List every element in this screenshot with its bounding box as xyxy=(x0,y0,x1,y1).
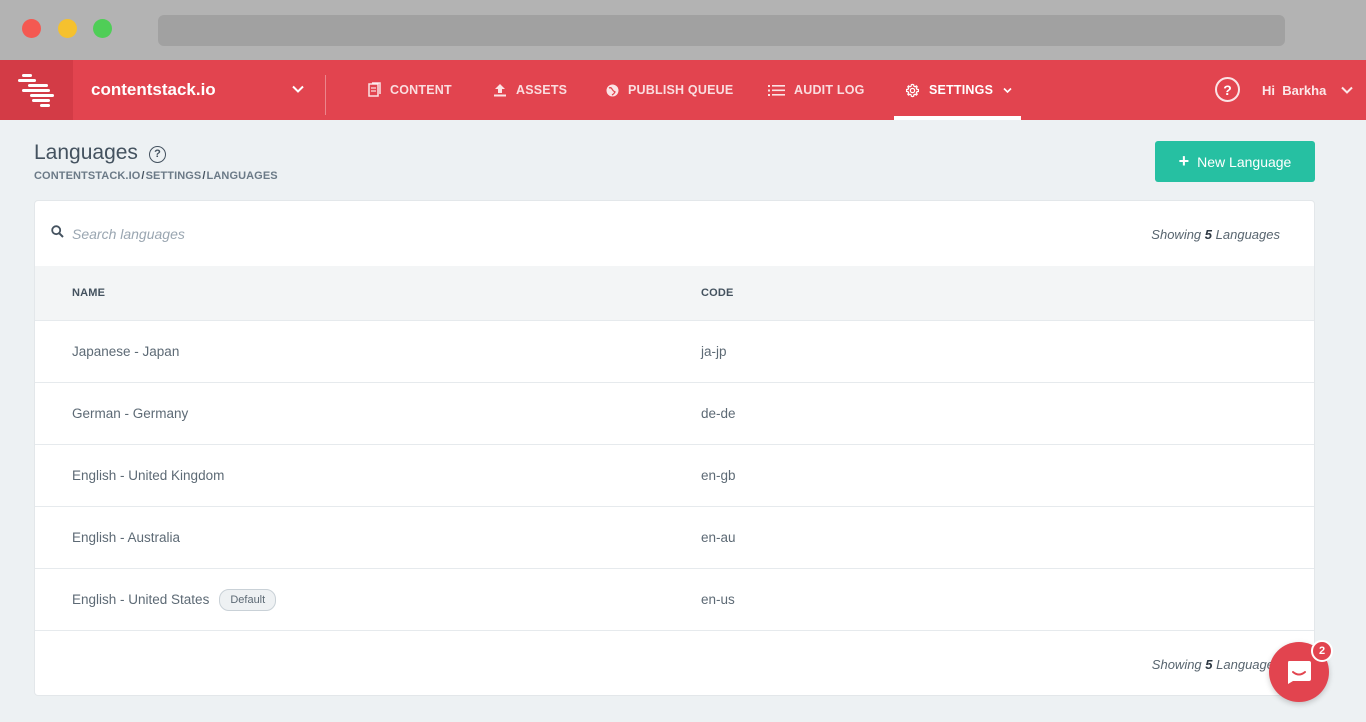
language-code: en-au xyxy=(701,530,736,545)
table-row[interactable]: English - Australia en-au xyxy=(35,507,1314,569)
column-header-name[interactable]: NAME xyxy=(72,266,105,321)
chevron-down-icon[interactable] xyxy=(291,82,305,96)
languages-card: Showing 5 Languages NAME CODE Japanese -… xyxy=(34,200,1315,696)
contentstack-logo-icon xyxy=(17,74,54,107)
chevron-down-icon xyxy=(1003,87,1012,93)
language-code: de-de xyxy=(701,406,736,421)
nav-item-label: AUDIT LOG xyxy=(794,83,865,97)
language-name: Japanese - Japan xyxy=(72,344,180,359)
search-input[interactable] xyxy=(72,221,572,247)
nav-divider xyxy=(325,75,326,115)
window-close-button[interactable] xyxy=(22,19,41,38)
help-icon: ? xyxy=(1223,81,1232,98)
count-number: 5 xyxy=(1204,227,1213,242)
language-name-cell: English - Australia xyxy=(72,507,180,568)
chat-icon xyxy=(1288,661,1311,684)
nav-item-label: PUBLISH QUEUE xyxy=(628,83,734,97)
nav-item-label: ASSETS xyxy=(516,83,568,97)
gear-icon xyxy=(905,83,920,97)
user-greeting: Hi Barkha xyxy=(1262,82,1327,98)
language-name: English - Australia xyxy=(72,530,181,545)
nav-item-audit-log[interactable]: AUDIT LOG xyxy=(768,60,865,120)
table-row[interactable]: English - United States Default en-us xyxy=(35,569,1314,631)
language-name: English - United Kingdom xyxy=(72,468,225,483)
question-circle-icon[interactable]: ? xyxy=(148,145,166,163)
page-header: Languages ? xyxy=(34,141,166,165)
table-row[interactable]: German - Germany de-de xyxy=(35,383,1314,445)
help-button[interactable]: ? xyxy=(1215,77,1240,102)
breadcrumb-item-settings[interactable]: SETTINGS xyxy=(146,170,202,182)
language-code: en-us xyxy=(701,592,735,607)
table-row[interactable]: English - United Kingdom en-gb xyxy=(35,445,1314,507)
window-minimize-button[interactable] xyxy=(58,19,77,38)
chevron-down-icon xyxy=(1341,86,1354,94)
page-content: Languages ? CONTENTSTACK.IO/SETTINGS/LAN… xyxy=(0,120,1366,722)
page-title: Languages xyxy=(34,141,138,164)
nav-item-content[interactable]: CONTENT xyxy=(368,60,452,120)
count-suffix: Languages xyxy=(1215,227,1280,242)
contentstack-logo[interactable] xyxy=(0,60,73,120)
nav-item-assets[interactable]: ASSETS xyxy=(493,60,567,120)
count-number: 5 xyxy=(1205,657,1213,672)
list-icon xyxy=(768,84,785,96)
plus-icon: + xyxy=(1178,150,1190,171)
language-code: ja-jp xyxy=(701,344,727,359)
language-count-bottom: Showing 5 Language xyxy=(1152,657,1274,672)
nav-item-settings[interactable]: SETTINGS xyxy=(905,60,1013,120)
nav-item-label: SETTINGS xyxy=(929,83,994,97)
count-prefix: Showing xyxy=(1151,657,1202,672)
language-name-cell: English - United States Default xyxy=(72,569,277,630)
column-header-code[interactable]: CODE xyxy=(701,266,734,321)
notification-badge: 2 xyxy=(1311,640,1333,662)
language-count-top: Showing 5 Languages xyxy=(1151,227,1280,242)
nav-item-label: CONTENT xyxy=(390,83,452,97)
language-name-cell: Japanese - Japan xyxy=(72,321,179,382)
language-name-cell: English - United Kingdom xyxy=(72,445,224,506)
address-bar[interactable] xyxy=(158,15,1285,46)
language-code: en-gb xyxy=(701,468,736,483)
globe-icon xyxy=(606,84,619,96)
upload-icon xyxy=(494,84,506,97)
count-suffix: Language xyxy=(1216,657,1274,672)
default-badge: Default xyxy=(219,588,277,611)
language-name: German - Germany xyxy=(72,406,189,421)
nav-item-publish-queue[interactable]: PUBLISH QUEUE xyxy=(606,60,733,120)
language-name-cell: German - Germany xyxy=(72,383,188,444)
search-row: Showing 5 Languages xyxy=(35,201,1314,266)
top-navbar: contentstack.io CONTENT ASSETS PUBLISH Q… xyxy=(0,60,1366,120)
window-chrome xyxy=(0,0,1366,60)
breadcrumb: CONTENTSTACK.IO/SETTINGS/LANGUAGES xyxy=(34,170,278,182)
document-icon xyxy=(368,82,381,97)
search-icon xyxy=(51,225,64,238)
breadcrumb-item-stack[interactable]: CONTENTSTACK.IO xyxy=(34,170,140,182)
count-prefix: Showing xyxy=(1151,227,1202,242)
new-language-button[interactable]: + New Language xyxy=(1155,141,1315,182)
window-maximize-button[interactable] xyxy=(93,19,112,38)
new-language-label: New Language xyxy=(1197,153,1292,170)
language-name: English - United States xyxy=(72,592,210,607)
table-row[interactable]: Japanese - Japan ja-jp xyxy=(35,321,1314,383)
stack-selector-label[interactable]: contentstack.io xyxy=(91,60,216,120)
user-menu[interactable]: Hi Barkha xyxy=(1262,60,1354,120)
table-header: NAME CODE xyxy=(35,266,1314,321)
breadcrumb-item-languages: LANGUAGES xyxy=(206,170,278,182)
